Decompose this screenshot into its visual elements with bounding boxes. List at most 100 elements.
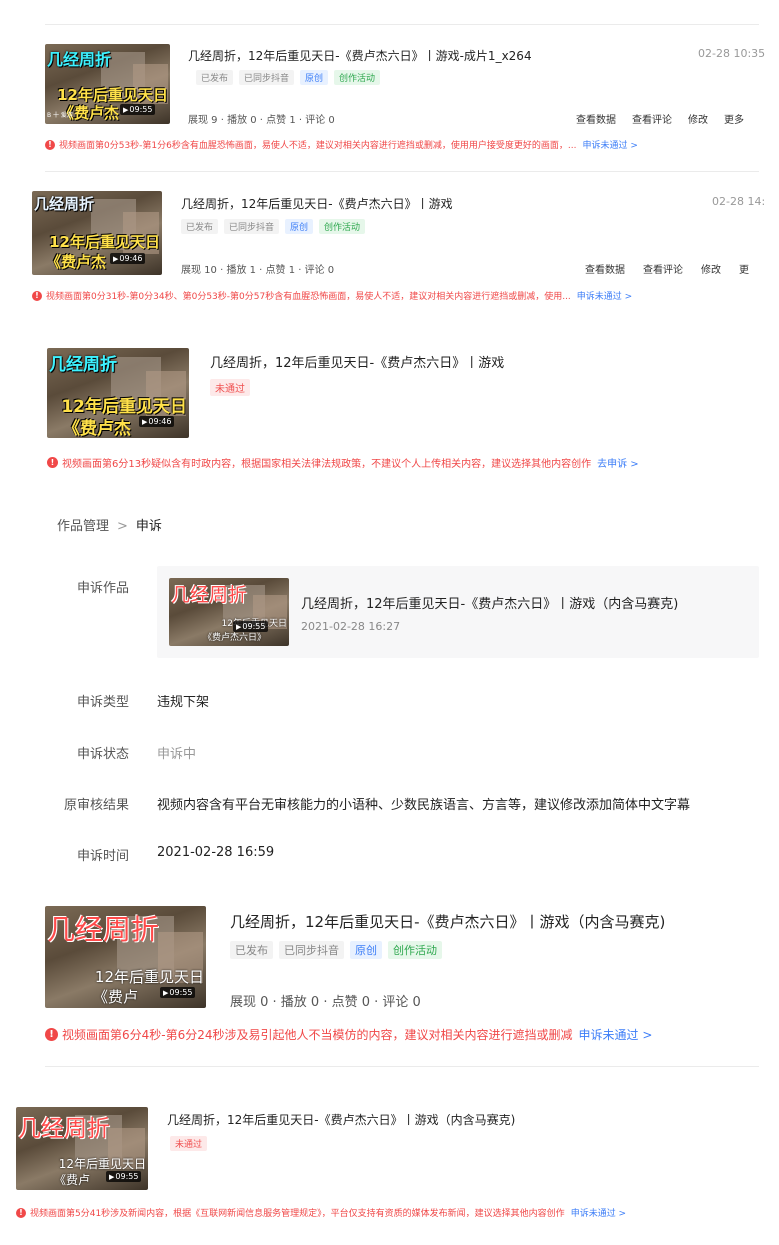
- warning-text: 视频画面第0分31秒-第0分34秒、第0分53秒-第0分57秒含有血腥恐怖画面，…: [46, 292, 571, 302]
- duration-badge: ▶09:55: [120, 104, 156, 115]
- duration-badge: ▶09:46: [139, 416, 175, 427]
- view-comments-link[interactable]: 查看评论: [643, 261, 683, 276]
- thumbnail-title-text: 几经周折: [18, 1116, 110, 1142]
- thumbnail-title-text: 几经周折: [47, 913, 160, 946]
- tag-synced-douyin: 已同步抖音: [224, 219, 280, 234]
- thumbnail-title-text: 几经周折: [49, 355, 117, 375]
- appeal-work-title[interactable]: 几经周折，12年后重见天日-《费卢杰六日》丨游戏（内含马赛克): [301, 593, 678, 612]
- tag-list: 未通过: [210, 379, 250, 396]
- duration-text: 09:46: [148, 417, 172, 426]
- thumbnail-corner-text: B 十 爱游: [47, 112, 73, 119]
- warning-icon: !: [16, 1207, 26, 1218]
- review-warning: ! 视频画面第0分53秒-第1分6秒含有血腥恐怖画面，易使人不适，建议对相关内容…: [45, 138, 638, 151]
- warning-text: 视频画面第6分13秒疑似含有时政内容，根据国家相关法律法规政策，不建议个人上传相…: [62, 459, 592, 470]
- appeal-status-link[interactable]: 申诉未通过 >: [579, 1026, 653, 1043]
- video-title[interactable]: 几经周折，12年后重见天日-《费卢杰六日》丨游戏（内含马赛克): [230, 911, 665, 932]
- play-icon: ▶: [142, 418, 148, 426]
- warning-icon: !: [47, 457, 58, 468]
- view-data-link[interactable]: 查看数据: [576, 111, 616, 126]
- video-stats: 展现 10 · 播放 1 · 点赞 1 · 评论 0: [181, 265, 335, 276]
- more-link[interactable]: 更多: [724, 111, 744, 126]
- appeal-work-date: 2021-02-28 16:27: [301, 620, 401, 633]
- breadcrumb-current: 申诉: [135, 519, 162, 534]
- video-title[interactable]: 几经周折，12年后重见天日-《费卢杰六日》丨游戏（内含马赛克): [167, 1111, 515, 1128]
- edit-link[interactable]: 修改: [688, 111, 708, 126]
- appeal-type-value: 违规下架: [157, 695, 210, 710]
- duration-badge: ▶09:55: [233, 621, 269, 632]
- tag-published: 已发布: [181, 219, 219, 234]
- review-warning: ! 视频画面第0分31秒-第0分34秒、第0分53秒-第0分57秒含有血腥恐怖画…: [32, 289, 632, 302]
- tag-synced-douyin: 已同步抖音: [279, 941, 344, 959]
- thumbnail-title-text: 几经周折: [34, 195, 95, 213]
- video-thumbnail[interactable]: 几经周折 12年后重见天日 《费卢杰 ▶09:46: [47, 348, 189, 438]
- edit-link[interactable]: 修改: [701, 261, 721, 276]
- video-title[interactable]: 几经周折，12年后重见天日-《费卢杰六日》丨游戏: [210, 352, 504, 371]
- go-appeal-link[interactable]: 去申诉 >: [597, 455, 639, 470]
- more-link[interactable]: 更: [739, 261, 749, 276]
- tag-activity: 创作活动: [388, 941, 442, 959]
- tag-published: 已发布: [196, 70, 234, 85]
- review-warning: ! 视频画面第5分41秒涉及新闻内容，根据《互联网新闻信息服务管理规定》，平台仅…: [16, 1206, 626, 1219]
- appeal-status-link[interactable]: 申诉未通过 >: [582, 138, 637, 151]
- tag-activity: 创作活动: [319, 219, 366, 234]
- warning-text: 视频画面第5分41秒涉及新闻内容，根据《互联网新闻信息服务管理规定》，平台仅支持…: [30, 1209, 565, 1219]
- item-divider: [45, 171, 759, 172]
- video-thumbnail[interactable]: 几经周折 12年后重见天日 《费卢杰 B 十 爱游 ▶09:55: [45, 44, 170, 124]
- original-result-value: 视频内容含有平台无审核能力的小语种、少数民族语言、方言等，建议修改添加简体中文字…: [157, 798, 691, 813]
- appeal-work-label: 申诉作品: [76, 581, 129, 596]
- item-divider: [45, 1066, 759, 1067]
- appeal-time-value: 2021-02-28 16:59: [157, 845, 275, 860]
- review-warning: ! 视频画面第6分13秒疑似含有时政内容，根据国家相关法律法规政策，不建议个人上…: [47, 455, 639, 470]
- warning-text: 视频画面第0分53秒-第1分6秒含有血腥恐怖画面，易使人不适，建议对相关内容进行…: [59, 141, 577, 151]
- tag-synced-douyin: 已同步抖音: [239, 70, 295, 85]
- video-date: 02-28 10:35: [698, 47, 766, 60]
- thumbnail-title-text: 几经周折: [47, 50, 112, 69]
- thumbnail-subtitle-text: 12年后重见天日: [58, 1157, 146, 1171]
- view-comments-link[interactable]: 查看评论: [632, 111, 672, 126]
- duration-badge: ▶09:55: [106, 1171, 142, 1182]
- appeal-time-label: 申诉时间: [76, 849, 129, 864]
- video-thumbnail[interactable]: 几经周折 12年后重见天日 《费卢 ▶09:55: [16, 1107, 148, 1190]
- action-bar: 查看数据 查看评论 修改 更多: [576, 111, 744, 126]
- video-thumbnail[interactable]: 几经周折 12年后重见天日 《费卢杰 ▶09:46: [32, 191, 162, 275]
- play-icon: ▶: [163, 989, 169, 997]
- breadcrumb-parent[interactable]: 作品管理: [57, 519, 109, 534]
- video-title[interactable]: 几经周折，12年后重见天日-《费卢杰六日》丨游戏-成片1_x264: [188, 47, 532, 64]
- appeal-status-link[interactable]: 申诉未通过 >: [577, 289, 632, 302]
- video-title[interactable]: 几经周折，12年后重见天日-《费卢杰六日》丨游戏: [181, 195, 453, 212]
- play-icon: ▶: [109, 1173, 115, 1181]
- video-stats: 展现 9 · 播放 0 · 点赞 1 · 评论 0: [188, 115, 335, 126]
- duration-text: 09:46: [119, 254, 143, 263]
- tag-original: 原创: [300, 70, 329, 85]
- video-thumbnail[interactable]: 几经周折 12年后重见天日 《费卢杰六日》 ▶09:55: [169, 578, 289, 646]
- tag-list: 已发布 已同步抖音 原创 创作活动: [196, 70, 381, 85]
- warning-icon: !: [45, 139, 55, 150]
- appeal-status-link[interactable]: 申诉未通过 >: [571, 1206, 626, 1219]
- tag-list: 已发布 已同步抖音 原创 创作活动: [230, 941, 442, 959]
- tag-original: 原创: [285, 219, 314, 234]
- breadcrumb: 作品管理 > 申诉: [57, 515, 162, 534]
- view-data-link[interactable]: 查看数据: [585, 261, 625, 276]
- tag-rejected: 未通过: [210, 379, 250, 396]
- play-icon: ▶: [113, 255, 119, 263]
- review-warning: ! 视频画面第6分4秒-第6分24秒涉及易引起他人不当模仿的内容，建议对相关内容…: [45, 1026, 652, 1043]
- play-icon: ▶: [123, 106, 129, 114]
- thumbnail-subtitle-text: 《费卢: [54, 1173, 91, 1187]
- duration-text: 09:55: [129, 105, 153, 114]
- warning-text: 视频画面第6分4秒-第6分24秒涉及易引起他人不当模仿的内容，建议对相关内容进行…: [62, 1028, 573, 1042]
- thumbnail-subtitle-text: 12年后重见天日: [94, 968, 204, 986]
- duration-text: 09:55: [242, 622, 266, 631]
- action-bar: 查看数据 查看评论 修改 更: [585, 261, 749, 276]
- appeal-status-value: 申诉中: [157, 747, 197, 762]
- appeal-status-label: 申诉状态: [76, 747, 129, 762]
- tag-list: 已发布 已同步抖音 原创 创作活动: [181, 219, 366, 234]
- tag-activity: 创作活动: [334, 70, 381, 85]
- thumbnail-subtitle-text: 12年后重见天日: [49, 233, 160, 251]
- video-thumbnail[interactable]: 几经周折 12年后重见天日 《费卢 ▶09:55: [45, 906, 206, 1008]
- play-icon: ▶: [236, 623, 242, 631]
- top-divider: [45, 24, 759, 25]
- breadcrumb-separator-icon: >: [117, 519, 128, 534]
- tag-list: 未通过: [170, 1136, 208, 1151]
- thumbnail-subtitle-text: 《费卢杰: [46, 253, 107, 271]
- original-result-label: 原审核结果: [63, 798, 129, 813]
